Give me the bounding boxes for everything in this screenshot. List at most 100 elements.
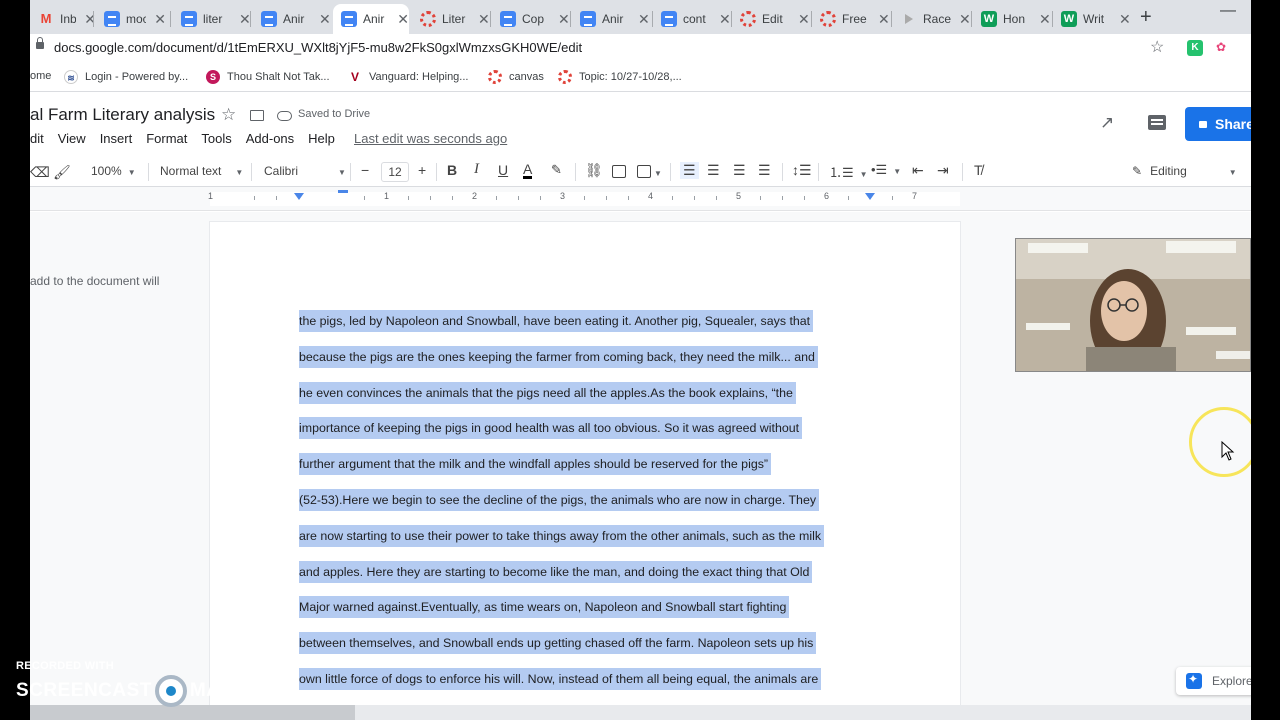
tab-canvas[interactable]: Liter ✕ [412, 4, 490, 34]
spellcheck-icon[interactable]: ⌫ [30, 164, 50, 181]
bookmark-vanguard[interactable]: V Vanguard: Helping... [348, 70, 469, 84]
zoom-select[interactable]: 100% ▼ [91, 164, 136, 178]
menu-insert[interactable]: Insert [100, 131, 133, 151]
webcam-feed-image [1016, 239, 1250, 371]
docs-icon [661, 11, 677, 27]
tab-active-doc[interactable]: Anir ✕ [333, 4, 409, 34]
close-icon[interactable]: ✕ [239, 11, 251, 28]
close-icon[interactable]: ✕ [84, 11, 96, 28]
close-icon[interactable]: ✕ [638, 11, 650, 28]
close-icon[interactable]: ✕ [397, 11, 409, 28]
menu-format[interactable]: Format [146, 131, 187, 151]
image-dropdown[interactable]: ▼ [654, 165, 662, 179]
s-logo-icon: S [206, 70, 220, 84]
explore-button[interactable]: Explore [1176, 667, 1256, 695]
bookmark-topic[interactable]: Topic: 10/27-10/28,... [558, 70, 682, 84]
close-icon[interactable]: ✕ [1039, 11, 1051, 28]
bulleted-list-icon[interactable]: •☰ ▼ [871, 162, 901, 178]
bookmark-star-icon[interactable]: ☆ [1150, 37, 1164, 57]
tab-video[interactable]: Race ✕ [893, 4, 973, 34]
align-justify-icon[interactable]: ☰ [758, 162, 771, 179]
menu-view[interactable]: View [58, 131, 86, 151]
docs-header: al Farm Literary analysis ☆ Saved to Dri… [0, 93, 1280, 157]
menu-tools[interactable]: Tools [201, 131, 231, 151]
tab-doc[interactable]: Cop ✕ [492, 4, 570, 34]
screencast-watermark: RECORDED WITH SCREENCAST MATIC [16, 660, 251, 707]
close-icon[interactable]: ✕ [319, 11, 331, 28]
extension-k-icon[interactable]: K [1187, 40, 1203, 56]
new-tab-button[interactable]: + [1140, 6, 1152, 29]
minimize-icon[interactable]: — [1220, 2, 1236, 20]
menu-addons[interactable]: Add-ons [246, 131, 294, 151]
numbered-list-icon[interactable]: ⒈☰ ▼ [829, 162, 868, 181]
line-spacing-icon[interactable]: ↕☰ [792, 162, 812, 179]
move-folder-icon[interactable] [250, 110, 264, 121]
tab-canvas[interactable]: Free ✕ [812, 4, 892, 34]
font-select[interactable]: Calibri ▼ [264, 164, 346, 178]
docs-icon [261, 11, 277, 27]
tab-doc[interactable]: moc ✕ [96, 4, 166, 34]
document-page[interactable]: the pigs, led by Napoleon and Snowball, … [210, 222, 960, 705]
comments-icon[interactable] [1148, 115, 1166, 130]
insert-image-icon[interactable] [637, 165, 651, 178]
menu-edit[interactable]: dit [30, 131, 44, 151]
align-right-icon[interactable]: ☰ [733, 162, 746, 179]
font-size-input[interactable]: 12 [381, 162, 409, 182]
align-left-icon[interactable]: ☰ [680, 162, 699, 179]
tab-canvas[interactable]: Edit ✕ [732, 4, 812, 34]
bookmark-thou-shalt[interactable]: S Thou Shalt Not Tak... [206, 70, 330, 84]
tab-writing[interactable]: W Hon ✕ [973, 4, 1053, 34]
first-line-indent-marker[interactable] [338, 190, 348, 193]
horizontal-scrollbar[interactable] [30, 705, 1251, 720]
tab-doc[interactable]: liter ✕ [173, 4, 251, 34]
close-icon[interactable]: ✕ [478, 11, 490, 28]
decrease-font-size-button[interactable]: − [361, 162, 369, 178]
extension-icon[interactable]: ✿ [1216, 40, 1234, 56]
tab-writing[interactable]: W Writ ✕ [1053, 4, 1133, 34]
right-indent-marker[interactable] [865, 193, 875, 200]
document-title[interactable]: al Farm Literary analysis [30, 105, 215, 125]
tab-inbox[interactable]: M Inbo ✕ [30, 4, 96, 34]
tab-doc[interactable]: cont ✕ [653, 4, 733, 34]
star-icon[interactable]: ☆ [221, 105, 236, 125]
letterbox-right [1251, 0, 1280, 720]
bookmark-canvas[interactable]: canvas [488, 70, 544, 84]
underline-button[interactable]: U [498, 162, 508, 178]
docs-icon [181, 11, 197, 27]
text-line: own little force of dogs to enforce his … [299, 667, 824, 704]
text-color-button[interactable]: A [523, 162, 533, 179]
tab-doc[interactable]: Anir ✕ [572, 4, 652, 34]
left-indent-marker[interactable] [294, 193, 304, 200]
last-edit-link[interactable]: Last edit was seconds ago [354, 131, 507, 146]
insert-comment-icon[interactable] [612, 165, 626, 178]
close-icon[interactable]: ✕ [878, 11, 890, 28]
increase-indent-icon[interactable]: ⇥ [937, 162, 949, 179]
menu-help[interactable]: Help [308, 131, 335, 151]
bookmark-home[interactable]: ome [30, 70, 51, 82]
activity-dashboard-icon[interactable]: ↗ [1100, 113, 1114, 133]
decrease-indent-icon[interactable]: ⇤ [912, 162, 924, 179]
close-icon[interactable]: ✕ [1119, 11, 1131, 28]
editing-mode-select[interactable]: ✎ Editing ▼ [1132, 164, 1237, 178]
gmail-icon: M [40, 11, 52, 26]
close-icon[interactable]: ✕ [798, 11, 810, 28]
bookmark-login[interactable]: ≋ Login - Powered by... [64, 70, 188, 84]
close-icon[interactable]: ✕ [959, 11, 971, 28]
close-icon[interactable]: ✕ [154, 11, 166, 28]
text-line: (52-53).Here we begin to see the decline… [299, 488, 824, 525]
increase-font-size-button[interactable]: + [418, 162, 426, 178]
paint-format-icon[interactable]: 🖌 [53, 164, 71, 181]
highlight-color-icon[interactable]: ✎ [551, 162, 562, 178]
clear-formatting-icon[interactable]: T̸ [974, 162, 983, 178]
align-center-icon[interactable]: ☰ [707, 162, 720, 179]
scrollbar-thumb[interactable] [30, 705, 355, 720]
url-field[interactable]: docs.google.com/document/d/1tEmERXU_WXlt… [54, 40, 582, 55]
insert-link-icon[interactable]: ⛓ [585, 162, 603, 179]
italic-button[interactable]: I [474, 161, 479, 178]
close-icon[interactable]: ✕ [719, 11, 731, 28]
document-body[interactable]: the pigs, led by Napoleon and Snowball, … [299, 310, 825, 704]
bold-button[interactable]: B [447, 162, 457, 178]
style-select[interactable]: Normal text ▼ [160, 164, 243, 178]
tab-doc[interactable]: Anir ✕ [253, 4, 333, 34]
close-icon[interactable]: ✕ [558, 11, 570, 28]
